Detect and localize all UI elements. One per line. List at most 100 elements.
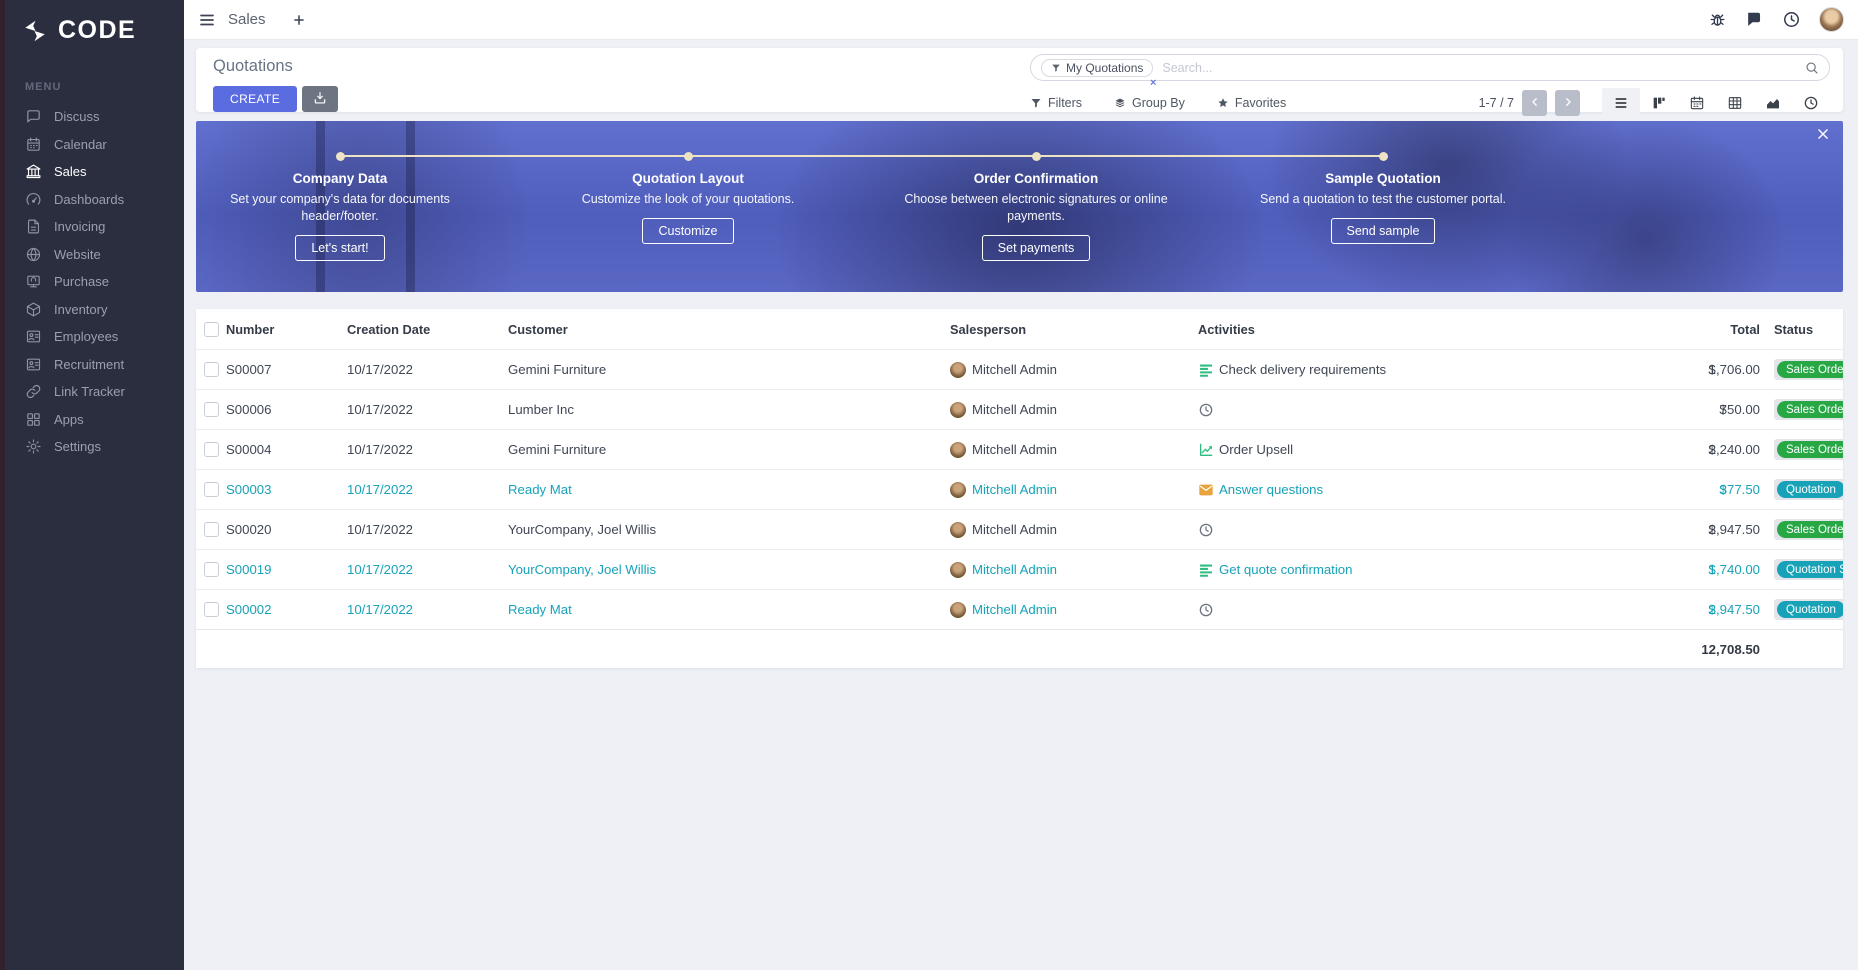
row-checkbox[interactable] <box>204 522 219 537</box>
activity-list-icon[interactable] <box>1198 362 1214 378</box>
row-checkbox[interactable] <box>204 442 219 457</box>
cell-activities[interactable] <box>1198 402 1630 418</box>
cell-activities[interactable]: Check delivery requirements <box>1198 362 1630 378</box>
cell-customer[interactable]: Gemini Furniture <box>508 442 950 457</box>
sidebar-item-sales[interactable]: Sales <box>0 158 184 186</box>
cell-creation-date[interactable]: 10/17/2022 <box>347 562 508 577</box>
cell-number[interactable]: S00002 <box>226 602 347 617</box>
column-header-creation-date[interactable]: Creation Date <box>347 322 508 337</box>
quotation-row-s00007[interactable]: S00007 10/17/2022 Gemini Furniture Mitch… <box>196 349 1843 389</box>
sidebar-item-apps[interactable]: Apps <box>0 406 184 434</box>
sidebar-item-invoicing[interactable]: Invoicing <box>0 213 184 241</box>
activity-label[interactable]: Get quote confirmation <box>1219 562 1352 577</box>
cell-customer[interactable]: Gemini Furniture <box>508 362 950 377</box>
set-payments-button[interactable]: Set payments <box>982 235 1090 261</box>
column-header-number[interactable]: Number <box>226 322 347 337</box>
activity-clock-icon[interactable] <box>1198 602 1214 618</box>
column-header-customer[interactable]: Customer <box>508 322 950 337</box>
export-button[interactable] <box>302 86 338 112</box>
pager-next-button[interactable] <box>1555 90 1580 116</box>
cell-number[interactable]: S00007 <box>226 362 347 377</box>
hamburger-menu-icon[interactable] <box>198 11 216 29</box>
sidebar-item-recruitment[interactable]: Recruitment <box>0 351 184 379</box>
cell-number[interactable]: S00003 <box>226 482 347 497</box>
activity-chart-icon[interactable] <box>1198 442 1214 458</box>
create-button[interactable]: CREATE <box>213 86 297 112</box>
cell-number[interactable]: S00019 <box>226 562 347 577</box>
cell-salesperson[interactable]: Mitchell Admin <box>950 362 1198 378</box>
quotation-row-s00019[interactable]: S00019 10/17/2022 YourCompany, Joel Will… <box>196 549 1843 589</box>
brand-logo[interactable]: CODE <box>0 0 184 45</box>
cell-number[interactable]: S00006 <box>226 402 347 417</box>
cell-number[interactable]: S00020 <box>226 522 347 537</box>
activity-label[interactable]: Order Upsell <box>1219 442 1293 457</box>
search-icon[interactable] <box>1805 61 1819 75</box>
activities-clock-icon[interactable] <box>1782 10 1801 29</box>
filters-button[interactable]: Filters <box>1030 96 1082 110</box>
cell-customer[interactable]: Ready Mat <box>508 602 950 617</box>
cell-customer[interactable]: YourCompany, Joel Willis <box>508 562 950 577</box>
customize-button[interactable]: Customize <box>642 218 733 244</box>
quotation-row-s00006[interactable]: S00006 10/17/2022 Lumber Inc Mitchell Ad… <box>196 389 1843 429</box>
cell-creation-date[interactable]: 10/17/2022 <box>347 482 508 497</box>
sidebar-item-link-tracker[interactable]: Link Tracker <box>0 378 184 406</box>
cell-salesperson[interactable]: Mitchell Admin <box>950 402 1198 418</box>
facet-remove-icon[interactable]: × <box>1150 77 1156 89</box>
cell-salesperson[interactable]: Mitchell Admin <box>950 522 1198 538</box>
row-checkbox[interactable] <box>204 562 219 577</box>
activity-list-icon[interactable] <box>1198 562 1214 578</box>
cell-activities[interactable]: Get quote confirmation <box>1198 562 1630 578</box>
search-facet-my-quotations[interactable]: My Quotations × <box>1041 59 1153 77</box>
cell-creation-date[interactable]: 10/17/2022 <box>347 362 508 377</box>
cell-creation-date[interactable]: 10/17/2022 <box>347 522 508 537</box>
cell-salesperson[interactable]: Mitchell Admin <box>950 602 1198 618</box>
select-all-checkbox[interactable] <box>204 322 219 337</box>
debug-bug-icon[interactable] <box>1708 10 1727 29</box>
favorites-button[interactable]: Favorites <box>1217 96 1286 110</box>
cell-creation-date[interactable]: 10/17/2022 <box>347 402 508 417</box>
cell-customer[interactable]: Lumber Inc <box>508 402 950 417</box>
view-list-button[interactable] <box>1602 88 1640 118</box>
cell-activities[interactable]: Order Upsell <box>1198 442 1630 458</box>
pager-previous-button[interactable] <box>1522 90 1547 116</box>
cell-creation-date[interactable]: 10/17/2022 <box>347 602 508 617</box>
cell-salesperson[interactable]: Mitchell Admin <box>950 562 1198 578</box>
add-tab-icon[interactable] <box>292 13 306 27</box>
view-graph-button[interactable] <box>1754 88 1792 118</box>
search-input[interactable]: My Quotations × Search... <box>1030 54 1830 81</box>
view-activity-button[interactable] <box>1792 88 1830 118</box>
activity-clock-icon[interactable] <box>1198 522 1214 538</box>
activity-label[interactable]: Answer questions <box>1219 482 1323 497</box>
activity-clock-icon[interactable] <box>1198 402 1214 418</box>
quotation-row-s00004[interactable]: S00004 10/17/2022 Gemini Furniture Mitch… <box>196 429 1843 469</box>
cell-salesperson[interactable]: Mitchell Admin <box>950 442 1198 458</box>
sidebar-item-employees[interactable]: Employees <box>0 323 184 351</box>
user-avatar[interactable] <box>1819 7 1844 32</box>
quotation-row-s00020[interactable]: S00020 10/17/2022 YourCompany, Joel Will… <box>196 509 1843 549</box>
app-title[interactable]: Sales <box>228 11 266 28</box>
activity-mail-icon[interactable] <box>1198 482 1214 498</box>
row-checkbox[interactable] <box>204 402 219 417</box>
column-header-activities[interactable]: Activities <box>1198 322 1630 337</box>
cell-salesperson[interactable]: Mitchell Admin <box>950 482 1198 498</box>
view-pivot-button[interactable] <box>1716 88 1754 118</box>
quotation-row-s00002[interactable]: S00002 10/17/2022 Ready Mat Mitchell Adm… <box>196 589 1843 629</box>
view-calendar-button[interactable] <box>1678 88 1716 118</box>
cell-number[interactable]: S00004 <box>226 442 347 457</box>
send-sample-button[interactable]: Send sample <box>1331 218 1436 244</box>
sidebar-item-calendar[interactable]: Calendar <box>0 131 184 159</box>
cell-activities[interactable] <box>1198 522 1630 538</box>
column-header-total[interactable]: Total <box>1630 322 1760 337</box>
sidebar-item-dashboards[interactable]: Dashboards <box>0 186 184 214</box>
groupby-button[interactable]: Group By <box>1114 96 1185 110</box>
view-kanban-button[interactable] <box>1640 88 1678 118</box>
row-checkbox[interactable] <box>204 482 219 497</box>
quotation-row-s00003[interactable]: S00003 10/17/2022 Ready Mat Mitchell Adm… <box>196 469 1843 509</box>
sidebar-item-purchase[interactable]: Purchase <box>0 268 184 296</box>
let-s-start--button[interactable]: Let's start! <box>295 235 384 261</box>
banner-close-icon[interactable] <box>1816 127 1830 141</box>
sidebar-item-website[interactable]: Website <box>0 241 184 269</box>
row-checkbox[interactable] <box>204 602 219 617</box>
row-checkbox[interactable] <box>204 362 219 377</box>
activity-label[interactable]: Check delivery requirements <box>1219 362 1386 377</box>
